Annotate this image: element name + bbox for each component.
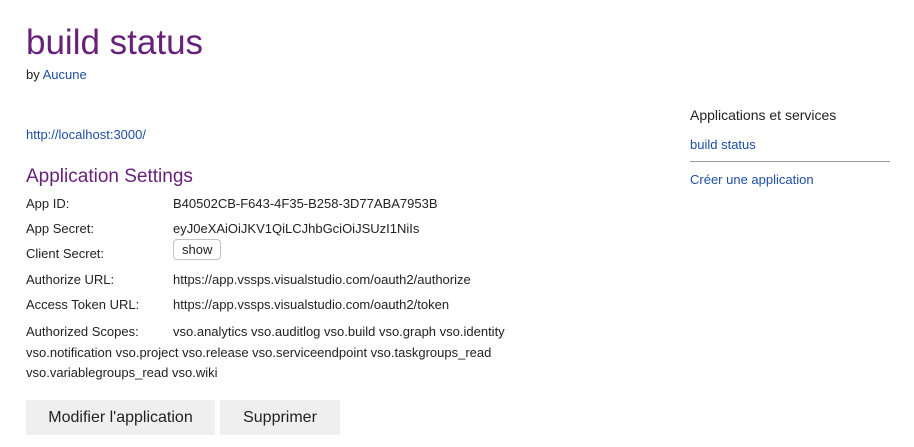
sidebar-title: Applications et services xyxy=(690,107,837,123)
authorize-url-value: https://app.vssps.visualstudio.com/oauth… xyxy=(173,272,471,287)
app-secret-label: App Secret: xyxy=(26,221,94,236)
create-app-link[interactable]: Créer une application xyxy=(690,172,814,187)
authorized-scopes: Authorized Scopes: vso.analytics vso.audi… xyxy=(26,322,526,384)
app-secret-value: eyJ0eXAiOiJKV1QiLCJhbGciOiJSUzI1NiIs xyxy=(173,221,420,236)
sidebar-item-build-status[interactable]: build status xyxy=(690,137,756,152)
scopes-text-2: vso.notification vso.project vso.release… xyxy=(26,344,492,360)
sidebar-divider xyxy=(690,161,890,162)
authorize-url-label: Authorize URL: xyxy=(26,272,115,287)
scopes-line-1: Authorized Scopes: vso.analytics vso.audi… xyxy=(26,322,526,343)
homepage: http://localhost:3000/ xyxy=(26,127,146,142)
scopes-text-1: vso.analytics vso.auditlog vso.build vso… xyxy=(173,324,505,339)
byline-prefix: by xyxy=(26,67,40,82)
scopes-label: Authorized Scopes: xyxy=(26,324,139,339)
byline: by Aucune xyxy=(26,67,87,82)
delete-app-button[interactable]: Supprimer xyxy=(220,400,340,435)
app-id-value: B40502CB-F643-4F35-B258-3D77ABA7953B xyxy=(173,196,438,211)
app-id-label: App ID: xyxy=(26,196,70,211)
page: build status by Aucune http://localhost:… xyxy=(0,0,914,447)
settings-title: Application Settings xyxy=(26,166,193,187)
access-token-url-value: https://app.vssps.visualstudio.com/oauth… xyxy=(173,297,450,312)
access-token-url-label: Access Token URL: xyxy=(26,297,140,312)
client-secret-label: Client Secret: xyxy=(26,246,105,261)
scopes-text-3: vso.variablegroups_read vso.wiki xyxy=(26,365,218,380)
homepage-link[interactable]: http://localhost:3000/ xyxy=(26,127,146,142)
modify-app-button[interactable]: Modifier l'application xyxy=(26,400,215,435)
app-title: build status xyxy=(26,23,204,62)
author-link[interactable]: Aucune xyxy=(43,67,87,82)
show-secret-button[interactable]: show xyxy=(173,239,222,260)
